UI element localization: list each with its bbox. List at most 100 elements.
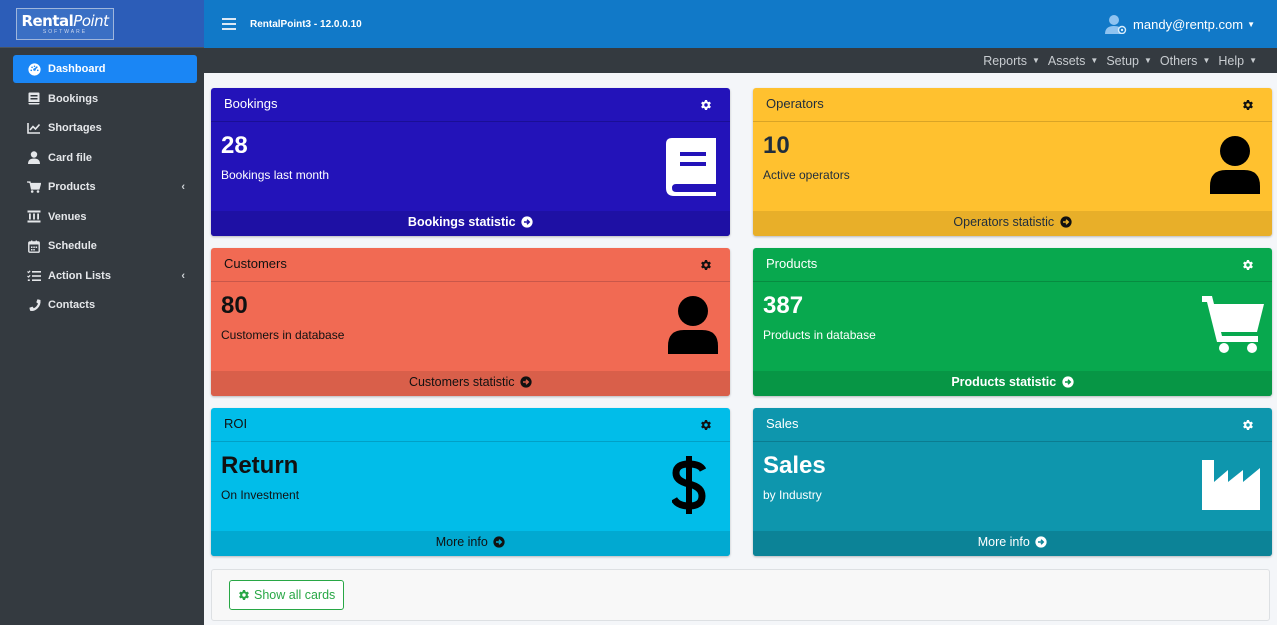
sidebar-item-products[interactable]: Products ‹ (13, 173, 197, 203)
industry-icon (1202, 460, 1260, 510)
user-icon (27, 151, 41, 165)
operators-value: 10 (763, 132, 790, 159)
menu-help[interactable]: Help ▼ (1218, 54, 1257, 68)
card-body: Return On Investment (211, 442, 730, 531)
bottom-panel: Show all cards (211, 569, 1270, 621)
menu-others[interactable]: Others ▼ (1160, 54, 1210, 68)
card-header: ROI (211, 408, 730, 442)
menu-setup[interactable]: Setup ▼ (1106, 54, 1152, 68)
gear-icon[interactable] (700, 99, 712, 111)
arrow-circle-right-icon (521, 216, 533, 228)
card-title: Operators (766, 96, 824, 111)
roi-more-info-link[interactable]: More info (211, 531, 730, 556)
sidebar-item-label: Action Lists (48, 269, 111, 282)
sidebar-item-label: Venues (48, 210, 87, 223)
sidebar-item-schedule[interactable]: Schedule (13, 232, 197, 262)
caret-down-icon: ▼ (1144, 56, 1152, 65)
dashboard-icon (27, 62, 41, 76)
operators-subtitle: Active operators (763, 168, 850, 182)
sidebar-item-label: Bookings (48, 92, 99, 105)
card-body: 10 Active operators (753, 122, 1272, 211)
sidebar-item-venues[interactable]: Venues (13, 202, 197, 232)
sales-subtitle: by Industry (763, 488, 822, 502)
card-body: Sales by Industry (753, 442, 1272, 531)
caret-down-icon: ▼ (1031, 56, 1040, 65)
menubar: Reports ▼ Assets ▼ Setup ▼ Others ▼ Help ▼ (204, 48, 1277, 73)
caret-down-icon: ▼ (1247, 19, 1255, 29)
card-header: Products (753, 248, 1272, 282)
sidebar-item-label: Schedule (48, 240, 97, 253)
brand: RentalPoint SOFTWARE (0, 0, 204, 48)
sidebar-nav: Dashboard Bookings Shortages Card file P… (0, 48, 204, 320)
bookings-value: 28 (221, 132, 248, 159)
sidebar-item-label: Shortages (48, 122, 102, 135)
gear-icon[interactable] (1242, 99, 1254, 111)
cart-icon (27, 180, 41, 194)
roi-card: ROI Return On Investment More info (211, 408, 730, 556)
card-body: 387 Products in database (753, 282, 1272, 371)
arrow-circle-right-icon (1035, 536, 1047, 548)
landmark-icon (27, 210, 41, 224)
sidebar-item-action-lists[interactable]: Action Lists ‹ (13, 261, 197, 291)
card-header: Operators (753, 88, 1272, 122)
sidebar-item-shortages[interactable]: Shortages (13, 114, 197, 144)
caret-down-icon: ▼ (1202, 56, 1211, 65)
products-value: 387 (763, 292, 804, 319)
caret-down-icon: ▼ (1249, 56, 1257, 65)
sidebar-item-label: Dashboard (48, 63, 106, 75)
user-icon (668, 296, 718, 354)
sidebar-item-label: Card file (48, 151, 93, 164)
products-statistic-link[interactable]: Products statistic (753, 371, 1272, 396)
logo-accent: Point (73, 12, 109, 30)
show-all-cards-button[interactable]: Show all cards (229, 580, 345, 610)
customers-card: Customers 80 Customers in database Custo… (211, 248, 730, 396)
gear-icon[interactable] (1242, 259, 1254, 271)
products-card: Products 387 Products in database Produc… (753, 248, 1272, 396)
brand-logo[interactable]: RentalPoint SOFTWARE (16, 7, 114, 40)
sidebar-item-contacts[interactable]: Contacts (13, 291, 197, 321)
gear-icon (239, 590, 249, 600)
arrow-circle-right-icon (493, 536, 505, 548)
logo-main: Rental (21, 12, 74, 30)
chevron-left-icon: ‹ (181, 269, 185, 282)
user-icon (1210, 136, 1260, 194)
arrow-circle-right-icon (1059, 216, 1072, 228)
menu-assets[interactable]: Assets ▼ (1048, 54, 1098, 68)
customers-subtitle: Customers in database (221, 328, 345, 342)
operators-card: Operators 10 Active operators Operators … (753, 88, 1272, 236)
dollar-icon (672, 456, 706, 514)
caret-down-icon: ▼ (1090, 56, 1099, 65)
gear-icon[interactable] (700, 259, 712, 271)
hamburger-menu-icon[interactable] (222, 18, 236, 30)
book-icon (27, 92, 41, 106)
arrow-circle-right-icon (520, 376, 532, 388)
card-header: Bookings (211, 88, 730, 122)
products-subtitle: Products in database (763, 328, 876, 342)
sales-more-info-link[interactable]: More info (753, 531, 1272, 556)
bookings-subtitle: Bookings last month (221, 168, 330, 182)
calendar-icon (27, 239, 41, 253)
user-cog-icon (1105, 14, 1127, 35)
sidebar-item-dashboard[interactable]: Dashboard (13, 55, 197, 83)
sidebar-item-label: Products (48, 181, 96, 194)
gear-icon[interactable] (1242, 419, 1254, 431)
bookings-statistic-link[interactable]: Bookings statistic (211, 211, 730, 236)
card-body: 80 Customers in database (211, 282, 730, 371)
sidebar-item-bookings[interactable]: Bookings (13, 84, 197, 114)
customers-statistic-link[interactable]: Customers statistic (211, 371, 730, 396)
user-email: mandy@rentp.com (1133, 16, 1244, 32)
arrow-circle-right-icon (1062, 376, 1074, 388)
sidebar-item-card-file[interactable]: Card file (13, 143, 197, 173)
gear-icon[interactable] (700, 419, 712, 431)
sales-card: Sales Sales by Industry More info (753, 408, 1272, 556)
chart-line-icon (27, 121, 41, 135)
user-menu[interactable]: mandy@rentp.com ▼ (1105, 14, 1255, 35)
menu-reports[interactable]: Reports ▼ (983, 54, 1040, 68)
topbar: RentalPoint3 - 12.0.0.10 mandy@rentp.com… (204, 0, 1277, 48)
chevron-left-icon: ‹ (181, 181, 185, 194)
sales-value: Sales (763, 452, 826, 479)
card-title: Sales (766, 416, 799, 431)
operators-statistic-link[interactable]: Operators statistic (753, 211, 1272, 236)
card-header: Customers (211, 248, 730, 282)
customers-value: 80 (221, 292, 248, 319)
